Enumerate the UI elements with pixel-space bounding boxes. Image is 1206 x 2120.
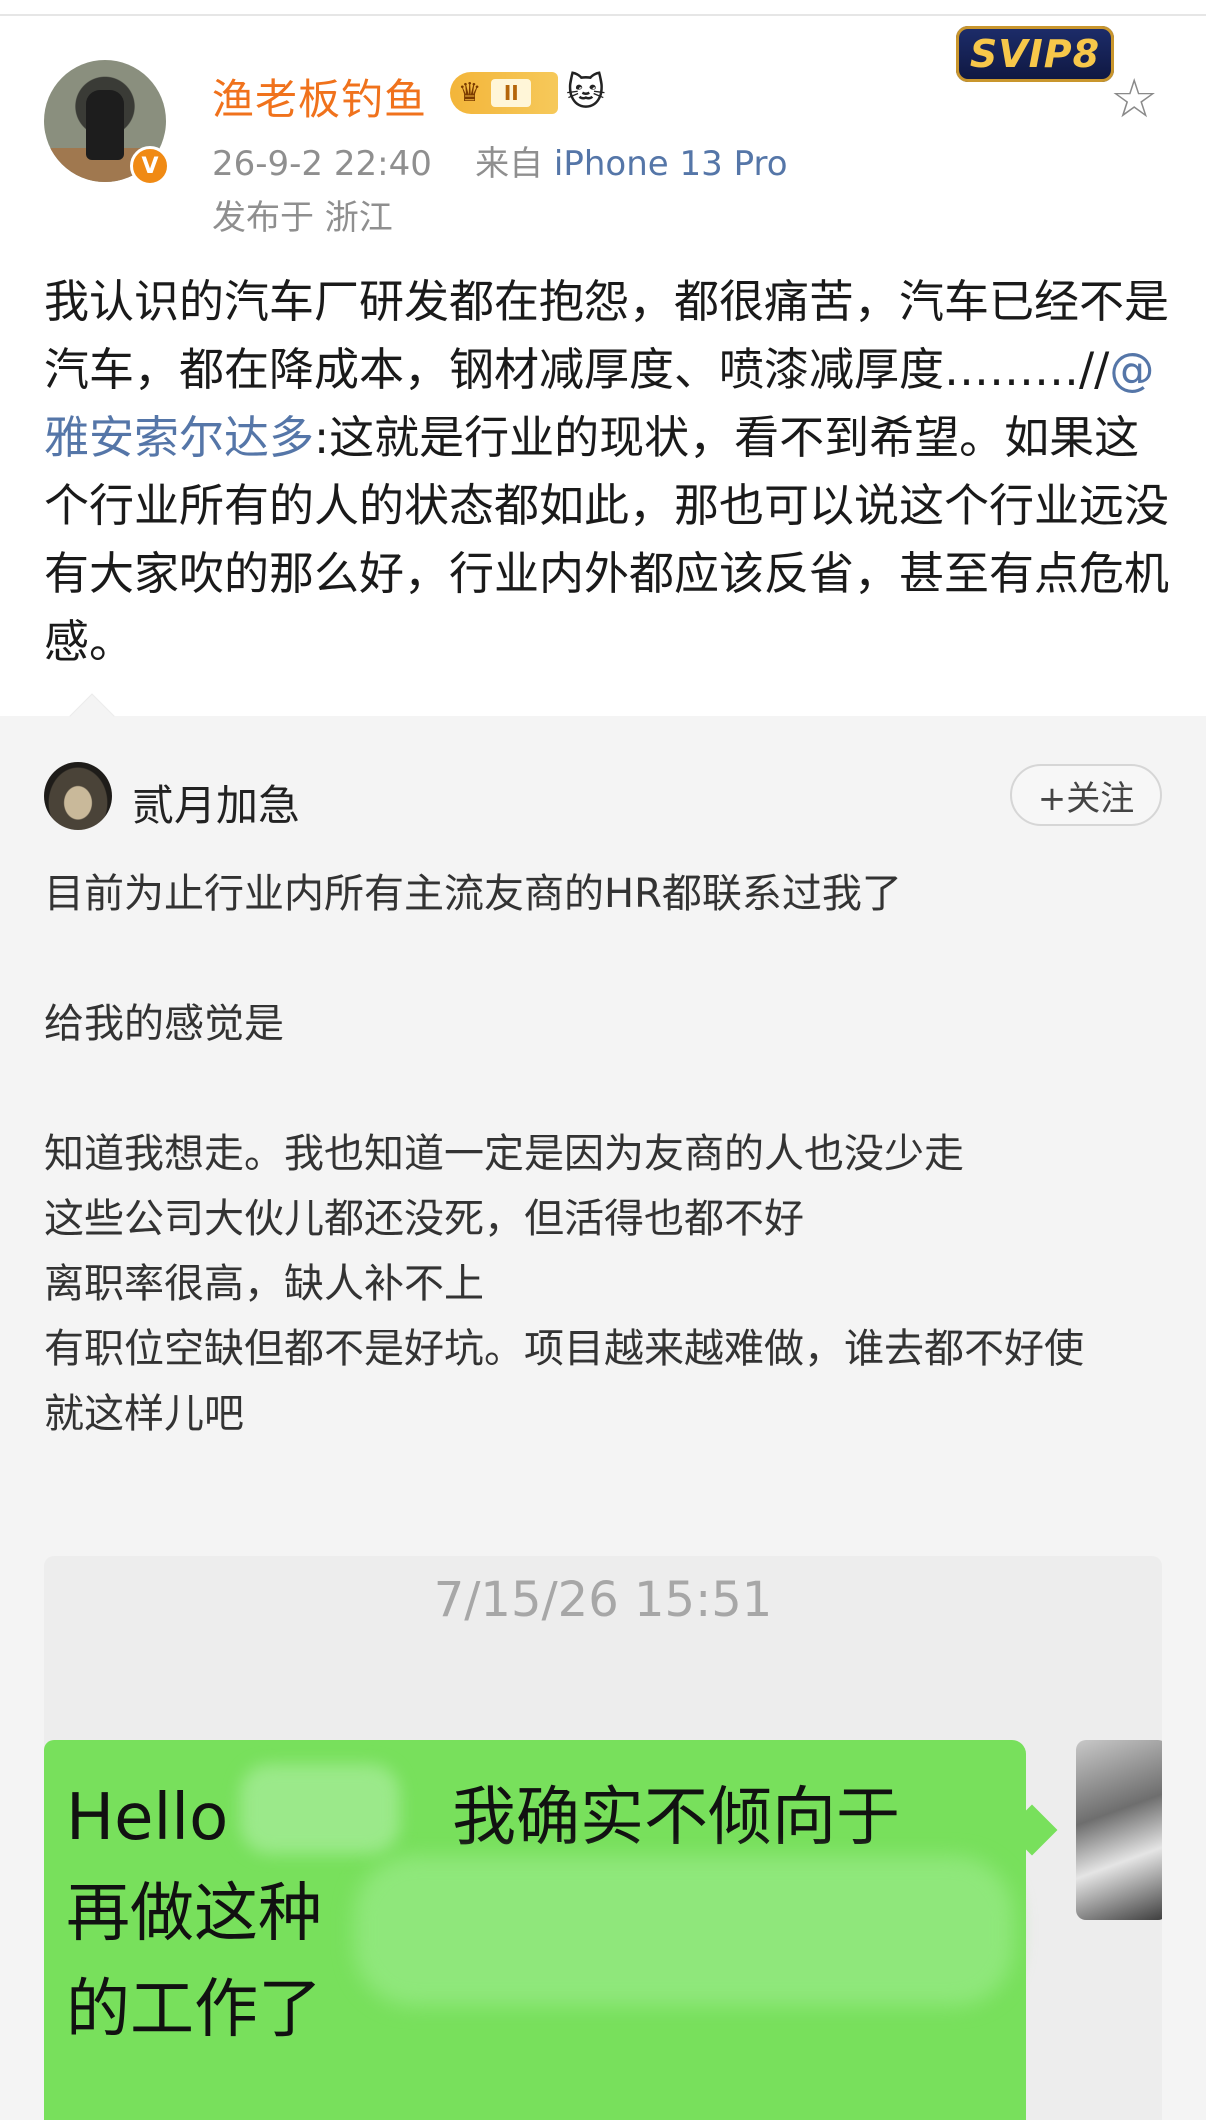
cat-emoji-icon: 🐱 [566, 70, 606, 114]
chat-line: Hello 我确实不倾向于 [66, 1781, 900, 1855]
chat-screenshot-image[interactable]: 7/15/26 15:51 Hello 我确实不倾向于 再做这种 的工作了 [44, 1556, 1162, 2120]
username[interactable]: 渔老板钓鱼 [212, 66, 427, 127]
star-outline-icon[interactable]: ☆ [1110, 72, 1158, 126]
post-body: 我认识的汽车厂研发都在抱怨，都很痛苦，汽车已经不是汽车，都在降成本，钢材减厚度、… [44, 268, 1174, 676]
chat-avatar-photo [1076, 1740, 1162, 1920]
redaction-blur [240, 1764, 400, 1854]
repost-line: 有职位空缺但都不是好坑。项目越来越难做，谁去都不好使 [44, 1326, 1084, 1372]
repost-avatar[interactable] [44, 762, 112, 830]
verified-icon: V [130, 146, 170, 186]
repost-line: 给我的感觉是 [44, 1001, 284, 1047]
location: 发布于 浙江 [212, 198, 393, 238]
repost-line [44, 927, 1174, 992]
redaction-blur [354, 1856, 1014, 2006]
repost-line: 目前为止行业内所有主流友商的HR都联系过我了 [44, 871, 902, 917]
crown-icon: ♛ [458, 78, 482, 108]
timestamp: 26-9-2 22:40 [212, 144, 432, 184]
repost-line: 知道我想走。我也知道一定是因为友商的人也没少走 [44, 1131, 964, 1177]
source-prefix: 来自 [475, 144, 544, 184]
repost-line [44, 1057, 1174, 1122]
repost-line: 这些公司大伙儿都还没死，但活得也都不好 [44, 1196, 804, 1242]
repost-line: 就这样儿吧 [44, 1391, 244, 1437]
level-badge[interactable]: ♛ II [450, 72, 558, 114]
svip-badge[interactable]: SVIP8 [956, 26, 1114, 82]
post-text-part1: 我认识的汽车厂研发都在抱怨，都很痛苦，汽车已经不是汽车，都在降成本，钢材减厚度、… [44, 275, 1170, 396]
follow-button[interactable]: +关注 [1010, 764, 1162, 826]
level-numeral: II [491, 79, 532, 107]
repost-line: 离职率很高，缺人补不上 [44, 1261, 484, 1307]
chat-timestamp: 7/15/26 15:51 [433, 1572, 773, 1628]
post-meta: 26-9-2 22:40 来自 iPhone 13 Pro [212, 136, 788, 185]
repost-username[interactable]: 贰月加急 [132, 772, 300, 833]
top-divider [0, 14, 1206, 16]
source-device[interactable]: iPhone 13 Pro [554, 144, 788, 184]
repost-body: 目前为止行业内所有主流友商的HR都联系过我了 给我的感觉是 知道我想走。我也知道… [44, 862, 1174, 1447]
